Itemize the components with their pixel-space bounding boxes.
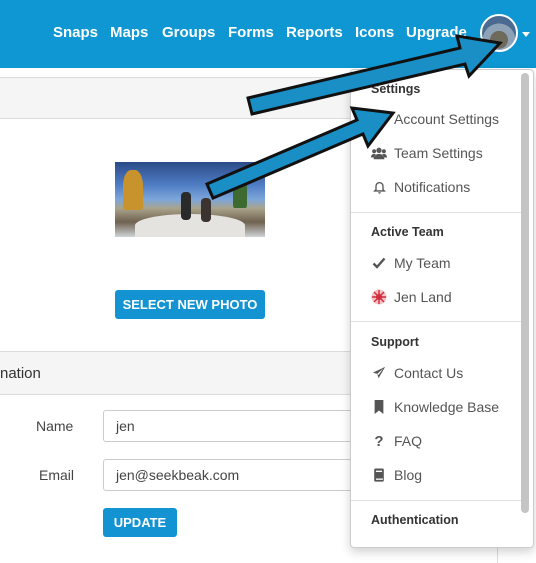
arrow-to-account-settings xyxy=(205,106,396,200)
annotation-arrows xyxy=(205,34,504,200)
arrow-to-avatar xyxy=(246,34,504,116)
